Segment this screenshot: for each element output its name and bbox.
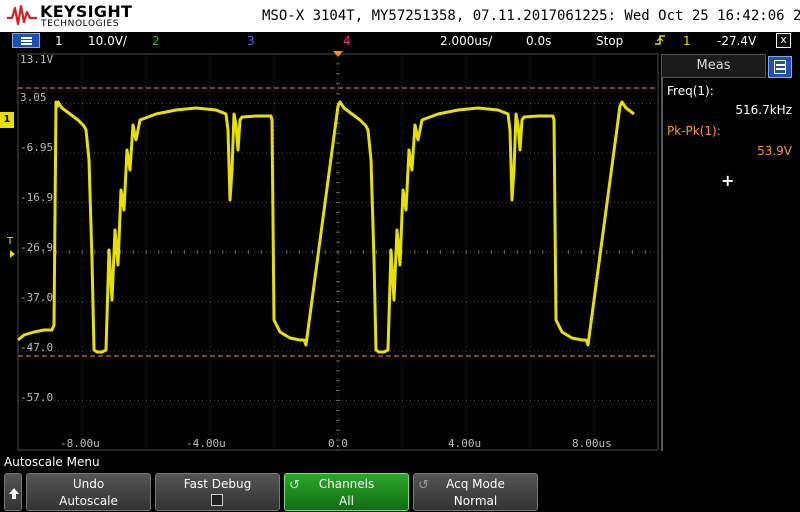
ch1-marker-label: 1: [3, 114, 11, 125]
channels-button[interactable]: ↺ Channels All: [284, 473, 409, 511]
fast-debug-button[interactable]: Fast Debug: [155, 473, 280, 511]
menu-icon: [21, 37, 32, 39]
status-bar: 1 10.0V/ 2 3 4 2.000us/ 0.0s Stop 1 -27.…: [0, 32, 800, 50]
softkey-label: Channels: [318, 477, 375, 491]
y-axis-label: -26.9: [20, 241, 54, 254]
timebase-scale[interactable]: 2.000us/: [440, 34, 492, 48]
x-axis-label: 8.00us: [572, 437, 612, 450]
panel-line: [776, 64, 785, 66]
x-axis-label: -4.00u: [186, 437, 226, 450]
panel-frame: [774, 60, 786, 74]
ch4-number[interactable]: 4: [343, 34, 351, 48]
x-axis-label: 0.0: [328, 437, 348, 450]
y-axis-label: -16.9: [20, 191, 54, 204]
y-axis-label: -47.0: [20, 341, 54, 354]
softkey-label: Fast Debug: [183, 477, 252, 491]
tab-measurements[interactable]: Meas: [661, 54, 766, 78]
trigger-position-marker[interactable]: [333, 51, 343, 57]
ch3-number[interactable]: 3: [247, 34, 255, 48]
menu-icon-line: [21, 40, 32, 42]
run-state[interactable]: Stop: [596, 34, 623, 48]
y-axis-label: 3.05: [20, 91, 47, 104]
softkey-label: Acq Mode: [446, 477, 505, 491]
main-menu-button[interactable]: [12, 33, 40, 48]
time-delay[interactable]: 0.0s: [526, 34, 551, 48]
y-axis-label: -57.0: [20, 391, 54, 404]
x-axis-label: 4.00u: [448, 437, 482, 450]
softkey-menu-title: Autoscale Menu: [4, 455, 100, 469]
ch1-scale[interactable]: 10.0V/: [88, 34, 127, 48]
back-button[interactable]: [4, 473, 22, 511]
trigger-level[interactable]: -27.4V: [717, 34, 756, 48]
meas-freq-label: Freq(1):: [667, 84, 714, 98]
x-axis-label: -8.00u: [60, 437, 100, 450]
softkey-label: Undo: [72, 477, 105, 491]
add-measurement-button[interactable]: +: [721, 171, 734, 190]
trigger-level-marker[interactable]: [10, 250, 15, 258]
brand-subtitle: TECHNOLOGIES: [41, 19, 120, 29]
panel-line: [776, 68, 785, 70]
measurement-panel-icon[interactable]: [768, 56, 792, 78]
acq-mode-button[interactable]: ↺ Acq Mode Normal: [413, 473, 538, 511]
trigger-level-label: T: [7, 236, 14, 247]
keysight-logo-icon: [7, 4, 37, 26]
ch1-ground-marker[interactable]: 1: [0, 112, 14, 128]
ch1-number[interactable]: 1: [55, 34, 63, 48]
up-arrow-stem: [12, 494, 16, 499]
menu-icon-line: [21, 43, 32, 45]
softkey-sublabel: Autoscale: [59, 494, 118, 508]
rising-edge-trigger-icon[interactable]: [654, 34, 666, 46]
ch2-number[interactable]: 2: [152, 34, 160, 48]
meas-pkpk-label: Pk-Pk(1):: [667, 124, 721, 138]
meas-pkpk-value: 53.9V: [757, 144, 792, 158]
trigger-source[interactable]: 1: [683, 34, 691, 48]
device-info: MSO-X 3104T, MY57251358, 07.11.201706122…: [262, 8, 800, 24]
y-axis-label: -6.95: [20, 141, 54, 154]
meas-freq-value: 516.7kHz: [735, 103, 792, 117]
y-axis-label: 13.1V: [20, 53, 54, 66]
close-icon[interactable]: x: [776, 33, 791, 48]
softkey-sublabel: All: [339, 494, 354, 508]
top-header: KEYSIGHT TECHNOLOGIES MSO-X 3104T, MY572…: [0, 0, 800, 32]
waveform-graticule[interactable]: [0, 50, 660, 452]
y-axis-label: -37.0: [20, 291, 54, 304]
fast-debug-checkbox[interactable]: [211, 494, 223, 506]
softkey-sublabel: Normal: [453, 494, 498, 508]
undo-autoscale-button[interactable]: Undo Autoscale: [26, 473, 151, 511]
ch1-waveform: [17, 100, 635, 354]
